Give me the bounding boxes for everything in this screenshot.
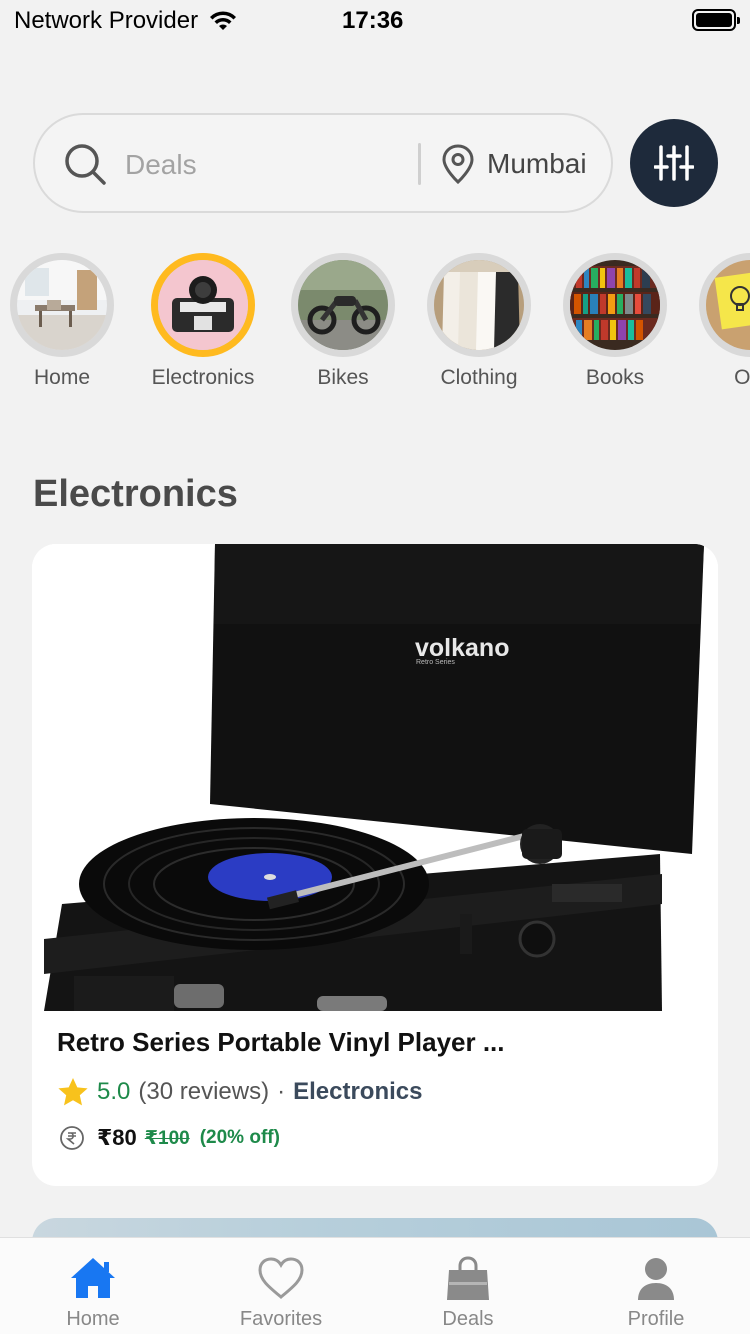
section-title: Electronics	[33, 473, 238, 515]
category-label: Bikes	[317, 366, 369, 389]
price-row: ₹80 ₹100 (20% off)	[59, 1125, 280, 1151]
product-image: volkano Retro Series	[32, 544, 718, 1011]
search-divider	[418, 143, 421, 185]
category-image-bikes	[291, 253, 395, 357]
product-card[interactable]: volkano Retro Series Retro Series Portab…	[32, 544, 718, 1186]
category-clothing[interactable]: Clothing	[409, 253, 549, 390]
tab-label: Favorites	[239, 1308, 323, 1330]
tab-profile[interactable]: Profile	[586, 1238, 726, 1334]
clock: 17:36	[342, 7, 404, 34]
category-electronics[interactable]: Electronics	[133, 253, 273, 390]
status-bar: Network Provider 17:36	[0, 0, 750, 40]
product-title: Retro Series Portable Vinyl Player ...	[57, 1027, 505, 1057]
sliders-icon	[654, 145, 694, 181]
separator-dot: ·	[277, 1078, 286, 1105]
heart-icon	[258, 1257, 304, 1299]
tab-bar: Home Favorites Deals Profile	[0, 1237, 750, 1334]
current-price: ₹80	[97, 1125, 137, 1150]
tab-favorites[interactable]: Favorites	[211, 1238, 351, 1334]
rupee-icon	[60, 1126, 84, 1150]
filter-button[interactable]	[630, 119, 718, 207]
search-bar[interactable]: Mumbai	[33, 113, 613, 213]
category-image-electronics	[151, 253, 255, 357]
wifi-icon	[210, 11, 237, 30]
category-image-books	[563, 253, 667, 357]
category-label: Home	[33, 366, 91, 389]
provider-label: Network Provider	[14, 7, 199, 34]
category-image-others	[699, 253, 750, 357]
brand-logo-text: volkano	[415, 634, 509, 662]
shopping-bag-icon	[447, 1256, 489, 1300]
star-icon	[58, 1078, 88, 1106]
tab-deals[interactable]: Deals	[398, 1238, 538, 1334]
category-label: Clothing	[440, 366, 518, 389]
original-price: ₹100	[144, 1127, 190, 1149]
location-label: Mumbai	[487, 148, 587, 179]
tab-home[interactable]: Home	[23, 1238, 163, 1334]
tab-label: Profile	[627, 1308, 685, 1330]
category-label: Books	[585, 366, 645, 389]
category-books[interactable]: Books	[545, 253, 685, 390]
category-home[interactable]: Home	[0, 253, 132, 390]
review-count: (30 reviews)	[138, 1078, 270, 1105]
location-selector[interactable]: Mumbai	[441, 141, 587, 187]
category-label: Oth	[734, 366, 750, 389]
network-provider: Network Provider	[14, 7, 238, 35]
category-others[interactable]: Oth	[681, 253, 750, 390]
product-category: Electronics	[293, 1078, 423, 1105]
category-list: Home Electronics Bikes Clothing Books O	[0, 253, 750, 403]
rating-row: 5.0 (30 reviews) · Electronics	[57, 1077, 422, 1107]
rating-value: 5.0	[97, 1078, 131, 1105]
category-image-clothing	[427, 253, 531, 357]
location-pin-icon	[442, 144, 474, 184]
brand-sub-text: Retro Series	[416, 659, 455, 666]
search-input[interactable]	[125, 145, 405, 185]
discount-label: (20% off)	[199, 1127, 280, 1148]
tab-label: Home	[66, 1308, 120, 1330]
category-bikes[interactable]: Bikes	[273, 253, 413, 390]
category-image-home	[10, 253, 114, 357]
user-icon	[638, 1258, 674, 1300]
search-icon	[65, 144, 106, 185]
category-label: Electronics	[151, 366, 255, 389]
tab-label: Deals	[442, 1308, 494, 1330]
home-icon	[71, 1258, 115, 1298]
battery-icon	[692, 9, 740, 31]
